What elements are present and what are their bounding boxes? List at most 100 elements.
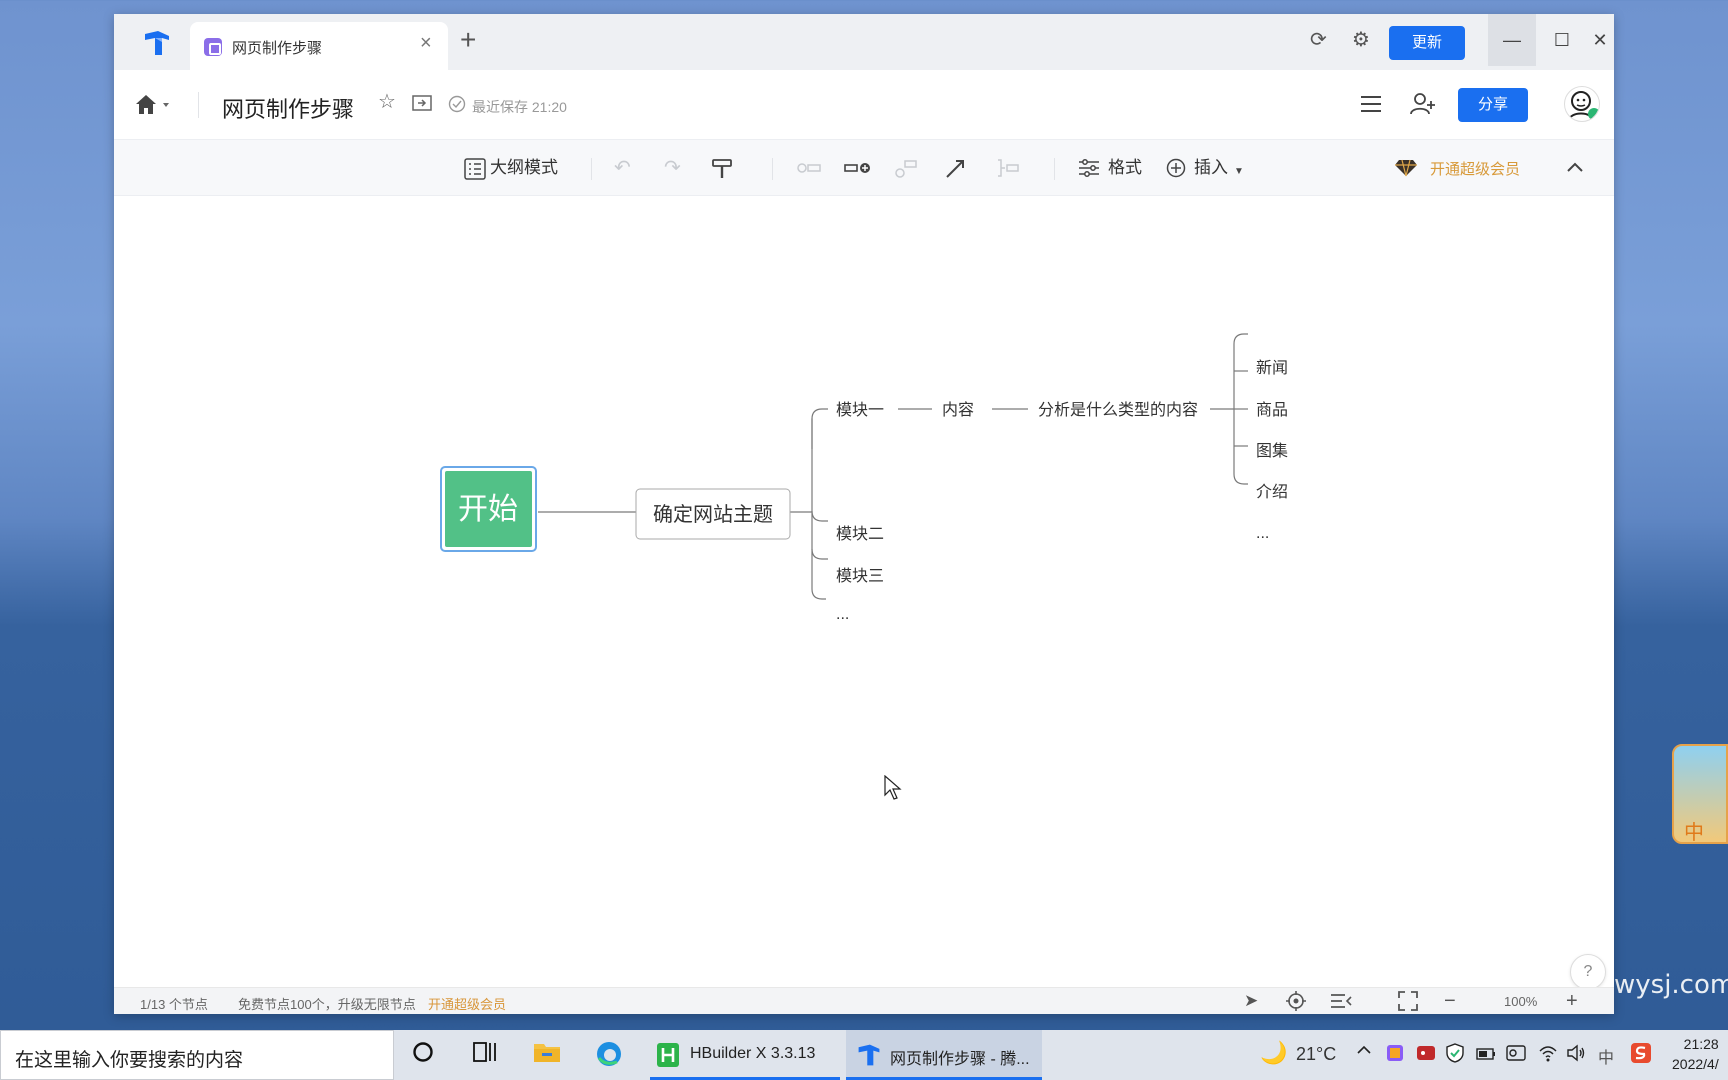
app-logo-icon[interactable]: [142, 28, 172, 58]
mindmap-svg: 开始 确定网站主题 模块一 模块二 模块三 ... 内容 分析是什么类型的内容 …: [440, 333, 1288, 623]
app-window: 网页制作步骤 × + ⟳ ⚙ 更新 — ☐ ✕ 网页制作步骤 ☆ 最近保存 21…: [114, 14, 1614, 1014]
gear-icon[interactable]: ⚙: [1352, 30, 1370, 50]
maximize-icon[interactable]: ☐: [1538, 14, 1586, 66]
move-to-folder-icon[interactable]: [412, 94, 432, 116]
locate-icon[interactable]: [1286, 991, 1306, 1016]
weather-moon-icon[interactable]: 🌙: [1260, 1040, 1287, 1066]
document-title[interactable]: 网页制作步骤: [222, 92, 354, 124]
tray-battery-icon[interactable]: [1476, 1044, 1496, 1066]
insert-sibling-before-icon[interactable]: [796, 158, 822, 182]
sync-icon[interactable]: ⟳: [1310, 30, 1327, 50]
header-divider: [198, 92, 199, 118]
help-button[interactable]: ?: [1570, 954, 1606, 990]
tray-security-shield-icon[interactable]: [1446, 1043, 1464, 1067]
title-bar: 网页制作步骤 × + ⟳ ⚙ 更新 — ☐ ✕: [114, 14, 1614, 70]
taskbar-app-hbuilder[interactable]: HBuilder X 3.3.13: [650, 1030, 840, 1080]
tray-sogou-icon[interactable]: [1630, 1042, 1652, 1068]
vip-upgrade-link[interactable]: 开通超级会员: [1430, 158, 1520, 179]
tray-color-app-icon[interactable]: [1386, 1044, 1404, 1066]
module-node-1: 模块一: [836, 401, 884, 419]
mindmap-canvas[interactable]: 开始 确定网站主题 模块一 模块二 模块三 ... 内容 分析是什么类型的内容 …: [114, 197, 1614, 987]
status-upgrade-link[interactable]: 开通超级会员: [428, 994, 506, 1013]
summary-icon[interactable]: [996, 158, 1020, 182]
tray-volume-icon[interactable]: [1566, 1043, 1586, 1067]
insert-plus-icon[interactable]: [1166, 158, 1186, 182]
task-view-icon[interactable]: [470, 1040, 500, 1070]
taskbar: 在这里输入你要搜索的内容 HBuilder X 3.3.13 网页制作步骤 - …: [0, 1030, 1728, 1080]
outline-icon[interactable]: [464, 158, 486, 184]
tray-wifi-icon[interactable]: [1538, 1044, 1558, 1066]
tray-chevron-up-icon[interactable]: [1356, 1042, 1372, 1062]
home-menu-button[interactable]: [134, 92, 174, 118]
close-icon[interactable]: ✕: [1586, 14, 1614, 66]
root-node: 开始: [440, 466, 537, 552]
type-node-3: 图集: [1256, 442, 1288, 460]
tray-device-icon[interactable]: [1506, 1044, 1526, 1066]
insert-dropdown-icon[interactable]: ▼: [1234, 162, 1244, 182]
tab-document[interactable]: 网页制作步骤 ×: [190, 22, 448, 70]
type-node-2: 商品: [1256, 401, 1288, 419]
toolbar-divider: [772, 158, 773, 180]
mindmap-app-icon: [858, 1044, 880, 1066]
outline-panel-icon[interactable]: [1330, 991, 1352, 1016]
toolbar-divider: [591, 158, 592, 180]
redo-icon[interactable]: ↷: [664, 158, 681, 178]
tray-ime-indicator[interactable]: 中: [1598, 1044, 1614, 1068]
desktop-widget[interactable]: 中: [1672, 744, 1728, 844]
edge-browser-icon[interactable]: [594, 1040, 624, 1070]
diamond-icon: [1394, 159, 1418, 181]
analysis-node: 分析是什么类型的内容: [1038, 401, 1198, 419]
type-node-5: ...: [1256, 525, 1269, 542]
clock-time: 21:28: [1683, 1036, 1719, 1052]
format-icon[interactable]: [1078, 158, 1100, 182]
zoom-out-icon[interactable]: −: [1444, 991, 1456, 1011]
tray-game-icon[interactable]: [1416, 1044, 1436, 1066]
star-icon[interactable]: ☆: [378, 92, 396, 112]
saved-check-icon: [448, 95, 466, 117]
outline-mode-button[interactable]: 大纲模式: [490, 157, 558, 179]
insert-child-icon[interactable]: [844, 158, 872, 182]
zoom-level[interactable]: 100%: [1504, 994, 1537, 1009]
type-node-1: 新闻: [1256, 359, 1288, 377]
collapse-toolbar-icon[interactable]: [1566, 157, 1584, 181]
relation-line-icon[interactable]: [944, 158, 966, 184]
module-node-2: 模块二: [836, 525, 884, 543]
insert-button[interactable]: 插入: [1194, 157, 1228, 179]
share-button[interactable]: 分享: [1458, 88, 1528, 122]
new-tab-icon[interactable]: +: [460, 26, 476, 54]
format-button[interactable]: 格式: [1108, 157, 1142, 179]
tab-close-icon[interactable]: ×: [420, 32, 432, 55]
editor-toolbar: 大纲模式 ↶ ↷ 格式 插入 ▼ 开通超级会员: [114, 140, 1614, 196]
minimize-icon[interactable]: —: [1488, 14, 1536, 66]
desktop-widget-text: 中: [1684, 820, 1704, 844]
undo-icon[interactable]: ↶: [614, 158, 631, 178]
mindmap-file-icon: [204, 38, 222, 56]
taskbar-app-label: 网页制作步骤 - 腾...: [890, 1051, 1030, 1068]
mouse-cursor-icon: [884, 775, 902, 800]
update-button[interactable]: 更新: [1389, 26, 1465, 60]
tab-title: 网页制作步骤: [232, 40, 323, 57]
file-explorer-icon[interactable]: [532, 1040, 562, 1070]
free-nodes-text: 免费节点100个，升级无限节点: [238, 997, 416, 1012]
taskbar-search-input[interactable]: 在这里输入你要搜索的内容: [0, 1030, 394, 1080]
taskbar-app-label: HBuilder X 3.3.13: [690, 1045, 816, 1062]
module-node-3: 模块三: [836, 567, 884, 585]
status-bar: 1/13 个节点 免费节点100个，升级无限节点 开通超级会员 ➤ − 100%…: [114, 987, 1614, 1014]
zoom-in-icon[interactable]: +: [1566, 991, 1578, 1011]
navigate-icon[interactable]: ➤: [1244, 991, 1258, 1011]
user-avatar[interactable]: [1564, 86, 1600, 122]
insert-parent-icon[interactable]: [894, 158, 918, 184]
doc-header: 网页制作步骤 ☆ 最近保存 21:20 分享: [114, 70, 1614, 140]
type-node-4: 介绍: [1256, 483, 1288, 501]
format-painter-icon[interactable]: [712, 158, 732, 184]
cortana-icon[interactable]: [408, 1040, 438, 1070]
weather-temp[interactable]: 21°C: [1296, 1044, 1336, 1065]
root-node-text: 开始: [458, 493, 518, 526]
mindmap-connectors: [538, 333, 1248, 600]
taskbar-app-mindmap[interactable]: 网页制作步骤 - 腾...: [846, 1030, 1042, 1080]
fullscreen-icon[interactable]: [1398, 991, 1418, 1016]
menu-icon[interactable]: [1360, 94, 1382, 118]
add-collaborator-icon[interactable]: [1410, 92, 1436, 120]
clock-date: 2022/4/: [1672, 1056, 1719, 1072]
taskbar-clock[interactable]: 21:28 2022/4/: [1672, 1034, 1719, 1074]
